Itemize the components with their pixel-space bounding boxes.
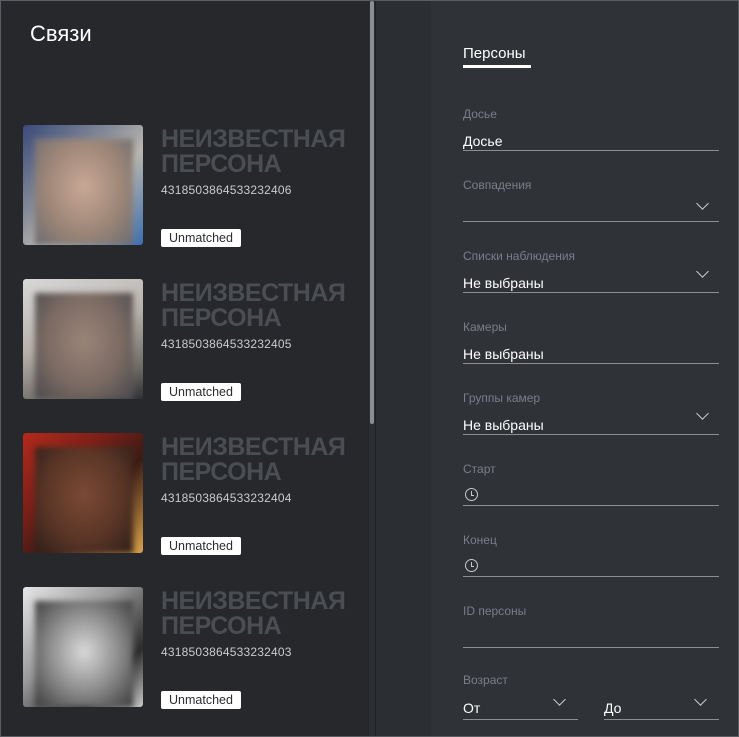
field-value[interactable]: От — [463, 700, 480, 716]
field-label: Камеры — [463, 320, 507, 334]
field-underline — [604, 719, 719, 720]
chevron-down-icon[interactable] — [696, 407, 709, 420]
age-to-select[interactable]: До — [604, 693, 719, 720]
field-underline — [463, 434, 719, 435]
field-value[interactable]: Не выбраны — [463, 275, 544, 291]
end-date-field[interactable]: Конец — [463, 533, 719, 583]
start-date-field[interactable]: Старт — [463, 462, 719, 512]
field-value[interactable]: Досье — [463, 133, 503, 149]
watch-lists-select[interactable]: Списки наблюдения Не выбраны — [463, 249, 719, 299]
field-label: Досье — [463, 107, 497, 121]
unknown-person-watermark: НЕИЗВЕСТНАЯ ПЕРСОНА — [161, 587, 346, 640]
status-badge: Unmatched — [161, 537, 241, 555]
matches-select[interactable]: Совпадения — [463, 178, 719, 228]
age-range: Возраст От До — [463, 673, 719, 723]
chevron-down-icon[interactable] — [694, 693, 707, 706]
field-underline — [463, 505, 719, 506]
field-underline — [463, 719, 578, 720]
person-thumbnail[interactable] — [23, 587, 143, 707]
dossier-field[interactable]: Досье Досье — [463, 107, 719, 157]
status-badge: Unmatched — [161, 691, 241, 709]
field-label: Совпадения — [463, 178, 532, 192]
panel-title: Связи — [30, 21, 92, 46]
chevron-down-icon[interactable] — [696, 197, 709, 210]
tab-indicator — [463, 65, 531, 68]
field-label: ID персоны — [463, 604, 527, 618]
field-value[interactable]: До — [604, 700, 621, 716]
person-card[interactable]: НЕИЗВЕСТНАЯ ПЕРСОНА 4318503864533232405 … — [23, 279, 369, 401]
unknown-person-watermark: НЕИЗВЕСТНАЯ ПЕРСОНА — [161, 125, 346, 178]
chevron-down-icon[interactable] — [553, 693, 566, 706]
field-underline — [463, 292, 719, 293]
field-underline — [463, 647, 719, 648]
person-id: 4318503864533232403 — [161, 645, 292, 659]
cameras-field[interactable]: Камеры Не выбраны — [463, 320, 719, 370]
person-card[interactable]: НЕИЗВЕСТНАЯ ПЕРСОНА 4318503864533232404 … — [23, 433, 369, 555]
chevron-down-icon[interactable] — [696, 265, 709, 278]
person-thumbnail[interactable] — [23, 125, 143, 245]
field-underline — [463, 150, 719, 151]
person-thumbnail[interactable] — [23, 279, 143, 399]
status-badge: Unmatched — [161, 229, 241, 247]
tab-persons[interactable]: Персоны — [463, 45, 526, 62]
person-id-field[interactable]: ID персоны — [463, 604, 719, 654]
field-underline — [463, 576, 719, 577]
camera-groups-select[interactable]: Группы камер Не выбраны — [463, 391, 719, 441]
field-label: Конец — [463, 533, 497, 547]
clock-icon[interactable] — [465, 559, 478, 572]
clock-icon[interactable] — [465, 488, 478, 501]
field-value[interactable]: Не выбраны — [463, 346, 544, 362]
status-badge: Unmatched — [161, 383, 241, 401]
field-label: Возраст — [463, 673, 508, 687]
relations-panel: Связи НЕИЗВЕСТНАЯ ПЕРСОНА 43185038645332… — [1, 1, 369, 736]
unknown-person-watermark: НЕИЗВЕСТНАЯ ПЕРСОНА — [161, 279, 346, 332]
person-id: 4318503864533232405 — [161, 337, 292, 351]
scrollbar[interactable] — [370, 1, 374, 424]
field-label: Списки наблюдения — [463, 249, 576, 263]
filters-panel: Персоны Досье Досье Совпадения Списки на… — [431, 1, 738, 736]
person-id: 4318503864533232404 — [161, 491, 292, 505]
unknown-person-watermark: НЕИЗВЕСТНАЯ ПЕРСОНА — [161, 433, 346, 486]
person-card[interactable]: НЕИЗВЕСТНАЯ ПЕРСОНА 4318503864533232406 … — [23, 125, 369, 247]
panel-gutter — [375, 1, 431, 736]
field-underline — [463, 221, 719, 222]
field-label: Старт — [463, 462, 496, 476]
field-value[interactable]: Не выбраны — [463, 417, 544, 433]
field-underline — [463, 363, 719, 364]
person-card[interactable]: НЕИЗВЕСТНАЯ ПЕРСОНА 4318503864533232403 … — [23, 587, 369, 709]
person-id: 4318503864533232406 — [161, 183, 292, 197]
age-from-select[interactable]: От — [463, 693, 578, 720]
person-thumbnail[interactable] — [23, 433, 143, 553]
field-label: Группы камер — [463, 391, 541, 405]
